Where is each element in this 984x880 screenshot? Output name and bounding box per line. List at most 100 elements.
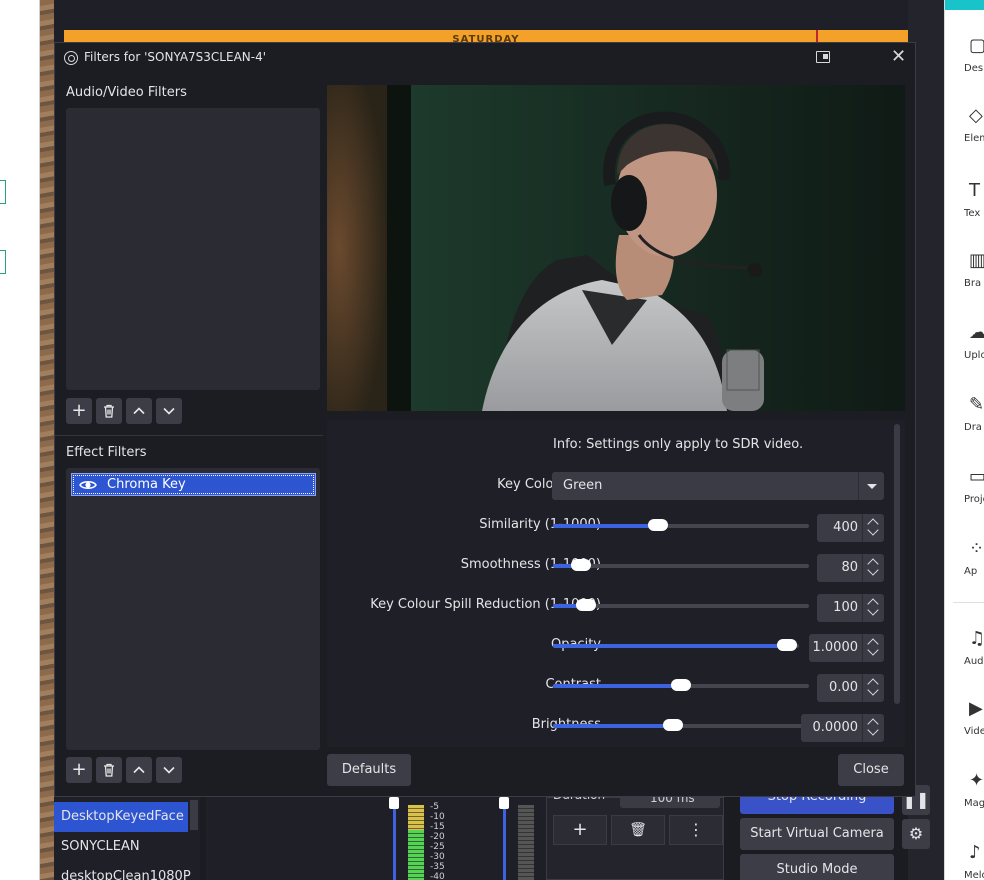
defaults-button[interactable]: Defaults [327,754,411,786]
brightness-slider[interactable] [553,719,809,731]
tool-magic[interactable]: ✦Magic I [945,770,984,840]
tool-elements[interactable]: ◇Elem [945,105,984,175]
tool-music[interactable]: ♪Melod [945,842,984,880]
upload-icon: ☁ [969,322,984,343]
opacity-slider[interactable] [553,639,799,651]
restore-icon[interactable] [816,51,830,63]
dialog-titlebar[interactable]: Filters for 'SONYA7S3CLEAN-4' ✕ [55,43,915,73]
remove-effect-filter-button[interactable] [96,757,122,783]
section-divider [55,435,323,436]
spinbox-value: 80 [841,560,858,575]
volume-bar [503,805,506,880]
magic-icon: ✦ [969,770,984,791]
desktop-icon: ▢ [969,35,984,56]
scene-item[interactable]: desktopClean1080P [54,862,191,880]
effect-filters-list[interactable] [66,468,320,750]
scene-item[interactable]: DesktopKeyedFace [54,802,188,832]
panel-marker [0,250,6,274]
studio-mode-button[interactable]: Studio Mode [740,854,894,880]
transition-menu-button[interactable]: ⋮ [669,815,723,845]
scene-scrollbar[interactable] [190,800,198,830]
move-effect-filter-down-button[interactable] [156,757,182,783]
tool-desktop[interactable]: ▢Des [945,35,984,105]
slider-knob[interactable] [671,679,691,691]
music-icon: ♪ [969,842,981,863]
tool-draw[interactable]: ✎ Dra [945,394,984,464]
db-tick: -35 [430,862,445,872]
tool-audio[interactable]: ♫ Aud [945,628,984,698]
eye-icon[interactable] [79,478,97,492]
stepper-arrows[interactable] [862,594,884,622]
stepper-arrows[interactable] [862,674,884,702]
scene-list: DesktopKeyedFace SONYCLEAN desktopClean1… [54,797,200,880]
slider-knob[interactable] [663,719,684,731]
move-effect-filter-up-button[interactable] [126,757,152,783]
filter-settings-panel: Info: Settings only apply to SDR video. … [327,420,905,747]
stepper-arrows[interactable] [862,554,884,582]
level-meter [518,805,534,880]
settings-scrollbar[interactable] [894,424,900,704]
move-av-filter-down-button[interactable] [156,398,182,424]
remove-transition-button[interactable]: 🗑 [611,815,665,845]
slider-knob[interactable] [571,559,592,571]
similarity-slider[interactable] [553,519,809,531]
sdr-info-text: Info: Settings only apply to SDR video. [553,437,804,452]
tool-video[interactable]: ▶ Vide [945,698,984,768]
move-av-filter-up-button[interactable] [126,398,152,424]
stepper-arrows[interactable] [862,714,884,742]
text-icon: T [969,180,980,201]
spill-reduction-spinbox[interactable]: 100 [817,594,884,622]
slider-fill [553,724,674,728]
filter-name: Chroma Key [107,477,186,492]
tool-text[interactable]: T Tex [945,180,984,250]
apps-icon: ⁘ [969,538,984,559]
db-tick: -20 [430,832,445,842]
chevron-down-icon [163,407,175,415]
db-tick: -40 [430,872,445,880]
slider-knob[interactable] [576,599,597,611]
db-tick: -25 [430,842,445,852]
smoothness-slider[interactable] [553,559,809,571]
contrast-spinbox[interactable]: 0.00 [817,674,884,702]
timeline-cursor [816,30,818,42]
spill-reduction-slider[interactable] [553,599,809,611]
chevron-down-icon[interactable] [858,472,884,500]
av-filters-list[interactable] [66,108,320,390]
key-colour-type-value: Green [563,478,603,493]
scene-item[interactable]: SONYCLEAN [54,832,188,862]
stepper-arrows[interactable] [862,514,884,542]
add-av-filter-button[interactable]: + [66,398,92,424]
volume-knob[interactable] [389,797,399,809]
plus-icon: + [71,400,87,421]
virtual-camera-settings-icon[interactable]: ⚙ [902,819,930,849]
brightness-spinbox[interactable]: 0.0000 [801,714,884,742]
effect-filter-chroma-key[interactable]: Chroma Key [71,473,316,496]
start-virtual-camera-button[interactable]: Start Virtual Camera [740,818,894,850]
tool-projects[interactable]: ▭Proje [945,466,984,536]
slider-fill [553,644,787,648]
add-transition-button[interactable]: + [553,815,607,845]
volume-knob[interactable] [499,797,509,809]
tool-brand[interactable]: ▥Bra [945,250,984,320]
remove-av-filter-button[interactable] [96,398,122,424]
close-icon[interactable]: ✕ [891,46,906,68]
smoothness-spinbox[interactable]: 80 [817,554,884,582]
draw-icon: ✎ [969,394,984,415]
level-meter [408,830,424,880]
similarity-spinbox[interactable]: 400 [817,514,884,542]
slider-knob[interactable] [776,639,797,651]
tool-apps[interactable]: ⁘ Ap [945,538,984,608]
opacity-spinbox[interactable]: 1.0000 [809,634,884,662]
db-tick: -15 [430,822,445,832]
contrast-slider[interactable] [553,679,809,691]
add-effect-filter-button[interactable]: + [66,757,92,783]
spinbox-value: 400 [833,520,858,535]
preview-image [327,85,905,411]
stepper-arrows[interactable] [862,634,884,662]
brand-icon: ▥ [969,250,984,271]
close-button[interactable]: Close [838,754,904,786]
slider-knob[interactable] [647,519,668,531]
db-tick: -10 [430,812,445,822]
key-colour-type-select[interactable]: Green [552,472,884,500]
tool-upload[interactable]: ☁Uplo [945,322,984,392]
